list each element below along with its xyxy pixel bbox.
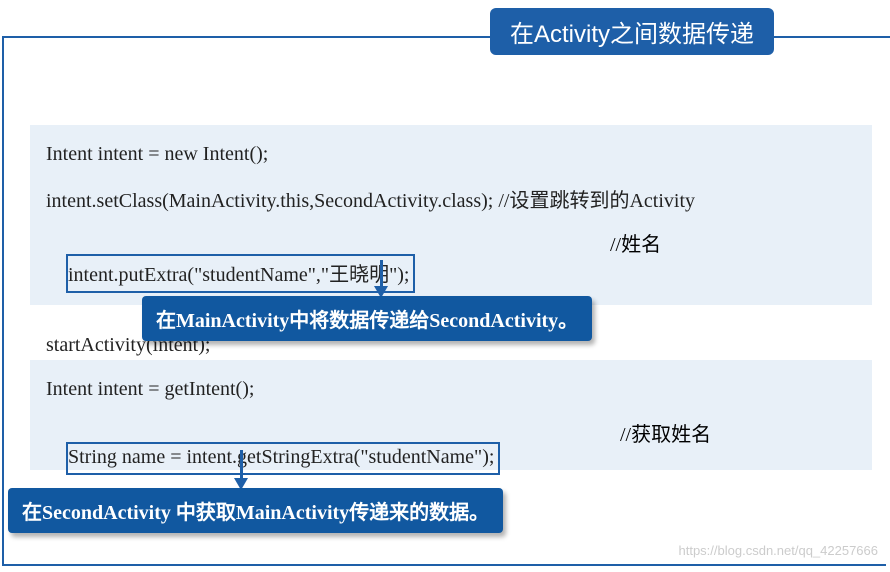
code-block-second-activity: Intent intent = getIntent(); String name… bbox=[30, 360, 872, 470]
callout-2-text: 在SecondActivity 中获取MainActivity传递来的数据。 bbox=[22, 502, 489, 524]
code-line-3-boxed: intent.putExtra("studentName","王晓明"); bbox=[66, 254, 415, 293]
code-line-1: Intent intent = new Intent(); bbox=[46, 143, 856, 166]
code2-line-2-comment: //获取姓名 bbox=[620, 418, 711, 447]
code-line-3-comment: //姓名 bbox=[610, 228, 661, 257]
callout-second-activity: 在SecondActivity 中获取MainActivity传递来的数据。 bbox=[8, 488, 503, 533]
code-line-2: intent.setClass(MainActivity.this,Second… bbox=[46, 184, 856, 213]
code2-line-1: Intent intent = getIntent(); bbox=[46, 378, 856, 401]
callout-main-activity: 在MainActivity中将数据传递给SecondActivity。 bbox=[142, 296, 592, 341]
watermark-text: https://blog.csdn.net/qq_42257666 bbox=[679, 543, 879, 558]
callout-1-text: 在MainActivity中将数据传递给SecondActivity。 bbox=[156, 310, 578, 332]
page-title-text: 在Activity之间数据传递 bbox=[510, 21, 754, 48]
code-block-main-activity: Intent intent = new Intent(); intent.set… bbox=[30, 125, 872, 305]
page-title-banner: 在Activity之间数据传递 bbox=[490, 8, 774, 55]
code2-line-2-container: String name = intent.getStringExtra("stu… bbox=[46, 419, 856, 498]
code2-line-2-boxed: String name = intent.getStringExtra("stu… bbox=[66, 442, 500, 475]
